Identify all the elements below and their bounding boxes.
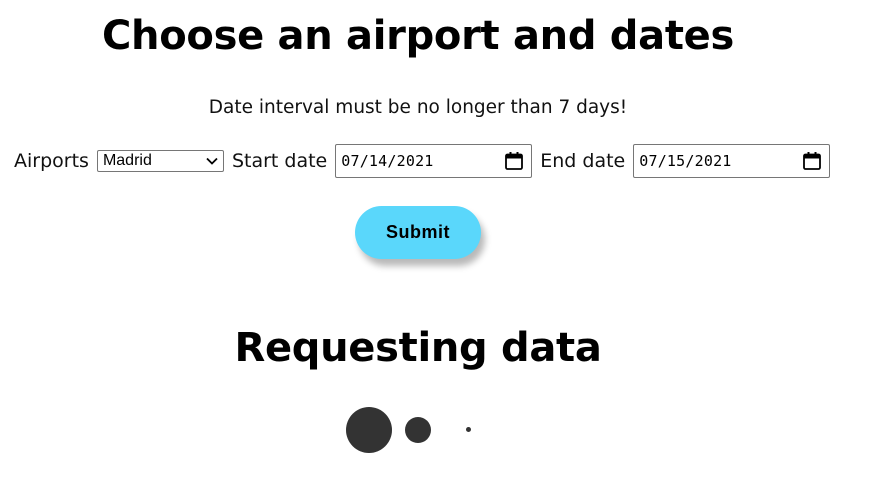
airports-label: Airports — [14, 150, 89, 172]
requesting-data-title: Requesting data — [234, 325, 602, 371]
loader-dot-large — [346, 407, 392, 453]
loader-dot-small — [466, 427, 471, 432]
calendar-icon[interactable] — [504, 151, 524, 171]
calendar-icon[interactable] — [802, 151, 822, 171]
chevron-down-icon — [206, 157, 218, 165]
loading-dots-icon — [0, 400, 869, 460]
start-date-label: Start date — [231, 150, 328, 172]
end-date-label: End date — [540, 150, 626, 172]
start-date-input[interactable]: 07/14/2021 — [335, 144, 533, 178]
submit-button[interactable]: Submit — [355, 206, 481, 259]
search-form: Airports Madrid Start date 07/14/2021 En… — [14, 144, 838, 178]
end-date-input[interactable]: 07/15/2021 — [633, 144, 831, 178]
page: Choose an airport and dates Date interva… — [0, 0, 869, 501]
end-date-value: 07/15/2021 — [639, 152, 732, 170]
airport-select-value: Madrid — [102, 152, 152, 169]
loader-dot-medium — [405, 417, 431, 443]
airport-select[interactable]: Madrid — [96, 150, 224, 172]
start-date-value: 07/14/2021 — [341, 152, 434, 170]
page-title: Choose an airport and dates — [102, 13, 734, 59]
date-interval-notice: Date interval must be no longer than 7 d… — [208, 97, 628, 118]
